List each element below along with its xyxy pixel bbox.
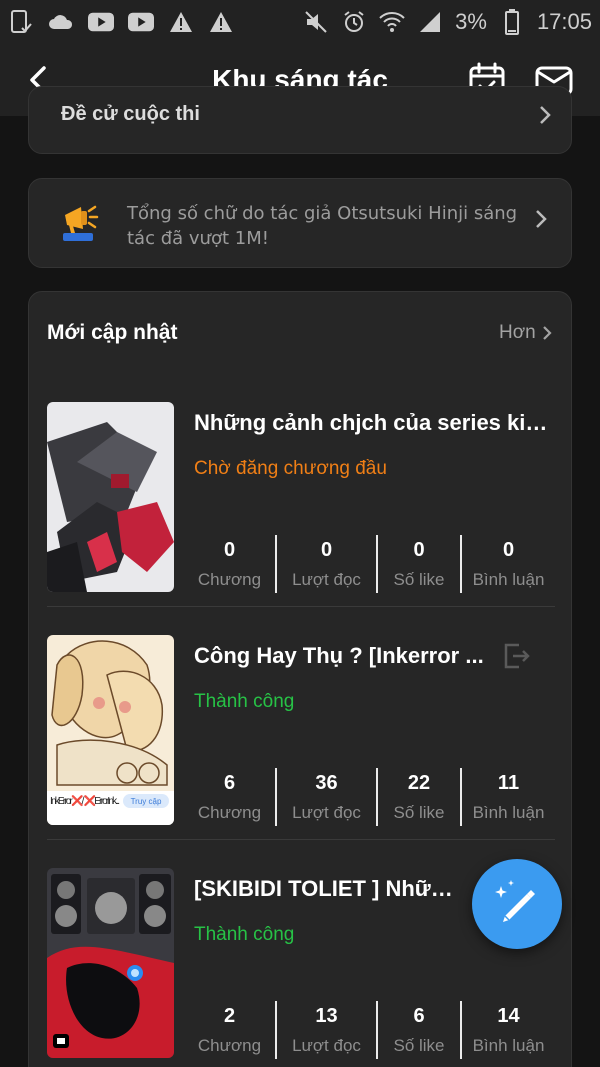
comments-stat: 14 Bình luận: [460, 1001, 555, 1059]
recent-updates-card: Mới cập nhật Hơn Những cảnh chjch của se…: [28, 291, 572, 1067]
comments-count: 0: [502, 539, 515, 561]
milestone-notice-card[interactable]: Tổng số chữ do tác giả Otsutsuki Hinji s…: [28, 178, 572, 268]
likes-label: Số like: [393, 803, 445, 822]
likes-stat: 6 Số like: [376, 1001, 460, 1059]
pencil-sparkle-icon: [495, 880, 535, 922]
status-left-icons: [8, 9, 234, 35]
reads-label: Lượt đọc: [292, 803, 361, 822]
story-title: [SKIBIDI TOLIET ] Những...: [194, 876, 462, 901]
status-right-icons: 3% 17:05: [303, 9, 592, 35]
likes-stat: 0 Số like: [376, 535, 460, 593]
divider: [47, 606, 555, 607]
chapters-count: 0: [223, 539, 236, 561]
reads-count: 0: [320, 539, 333, 561]
more-link-label: Hơn: [499, 322, 536, 343]
story-cover: Truy cập InkError❌/ ❌ErrorInk...: [47, 635, 174, 825]
reads-stat: 13 Lượt đọc: [275, 1001, 376, 1059]
status-bar: 3% 17:05: [0, 0, 600, 44]
chapters-count: 6: [223, 772, 236, 794]
exit-icon[interactable]: [501, 641, 531, 671]
comments-stat: 11 Bình luận: [460, 768, 555, 826]
chevron-right-icon: [542, 326, 552, 340]
story-stats: 0 Chương 0 Lượt đọc 0 Số like 0 Bình luận: [184, 535, 555, 593]
chapters-stat: 2 Chương: [184, 1001, 275, 1059]
mute-icon: [303, 9, 329, 35]
likes-label: Số like: [393, 570, 445, 589]
story-title: Công Hay Thụ ? [Inkerror ...: [194, 643, 484, 668]
reads-count: 36: [315, 772, 338, 794]
tablet-check-icon: [8, 9, 34, 35]
chevron-right-icon: [535, 209, 547, 234]
contest-nomination-card[interactable]: Đề cử cuộc thi: [28, 86, 572, 154]
reads-label: Lượt đọc: [292, 1036, 361, 1055]
chapters-stat: 0 Chương: [184, 535, 275, 593]
warning-icon: [168, 9, 194, 35]
reads-stat: 36 Lượt đọc: [275, 768, 376, 826]
youtube-icon: [128, 9, 154, 35]
cloud-icon: [48, 9, 74, 35]
youtube-icon: [88, 9, 114, 35]
milestone-notice-text: Tổng số chữ do tác giả Otsutsuki Hinji s…: [127, 203, 518, 249]
likes-count: 22: [407, 772, 431, 794]
comments-label: Bình luận: [472, 1036, 545, 1055]
reads-count: 13: [315, 1005, 338, 1027]
wifi-icon: [379, 9, 405, 35]
battery-icon: [499, 9, 525, 35]
story-status: Thành công: [194, 691, 295, 712]
chapters-count: 2: [223, 1005, 236, 1027]
write-fab-button[interactable]: [472, 859, 562, 949]
warning-icon: [208, 9, 234, 35]
alarm-icon: [341, 9, 367, 35]
story-item[interactable]: Truy cập InkError❌/ ❌ErrorInk... Công Ha…: [47, 635, 555, 869]
reads-stat: 0 Lượt đọc: [275, 535, 376, 593]
comments-label: Bình luận: [472, 803, 545, 822]
comments-stat: 0 Bình luận: [460, 535, 555, 593]
chapters-label: Chương: [197, 1036, 262, 1055]
megaphone-icon: [61, 201, 101, 241]
likes-count: 6: [413, 1005, 425, 1027]
likes-label: Số like: [393, 1036, 445, 1055]
story-cover: [47, 868, 174, 1058]
comments-label: Bình luận: [472, 570, 545, 589]
cover-tag: Truy cập: [131, 797, 162, 806]
story-status: Chờ đăng chương đầu: [194, 458, 387, 479]
reads-label: Lượt đọc: [292, 570, 361, 589]
likes-stat: 22 Số like: [376, 768, 460, 826]
battery-percent: 3%: [455, 9, 487, 34]
story-cover: [47, 402, 174, 592]
story-status: Thành công: [194, 924, 295, 945]
story-stats: 2 Chương 13 Lượt đọc 6 Số like 14 Bình luận: [184, 1001, 555, 1059]
chapters-stat: 6 Chương: [184, 768, 275, 826]
story-title: Những cảnh chjch của series kia ...: [194, 410, 554, 435]
chevron-right-icon: [539, 105, 551, 130]
section-title: Mới cập nhật: [47, 321, 178, 344]
more-link[interactable]: Hơn: [499, 322, 552, 344]
chapters-label: Chương: [197, 570, 262, 589]
story-item[interactable]: Những cảnh chjch của series kia ... Chờ …: [47, 402, 555, 636]
comments-count: 14: [497, 1005, 520, 1027]
contest-nomination-label: Đề cử cuộc thi: [61, 103, 200, 125]
chapters-label: Chương: [197, 803, 262, 822]
comments-count: 11: [497, 772, 520, 794]
story-stats: 6 Chương 36 Lượt đọc 22 Số like 11 Bình luận: [184, 768, 555, 826]
divider: [47, 839, 555, 840]
signal-icon: [417, 9, 443, 35]
clock: 17:05: [536, 9, 592, 34]
cover-caption: InkError❌/ ❌ErrorInk...: [50, 794, 120, 807]
likes-count: 0: [413, 539, 425, 561]
